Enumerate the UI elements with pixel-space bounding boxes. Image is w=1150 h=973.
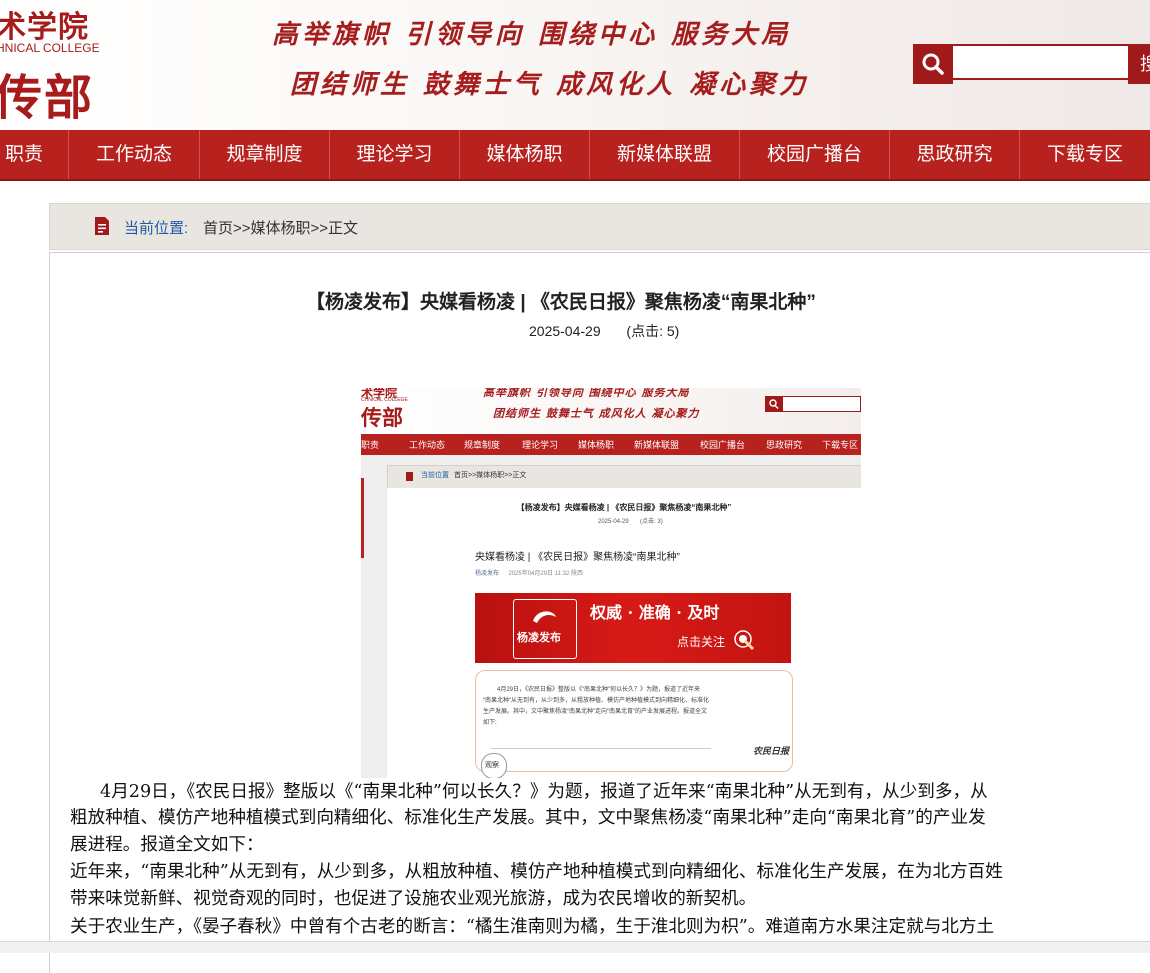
click-hand-icon: [734, 630, 755, 651]
document-icon: [94, 216, 110, 241]
search-input[interactable]: [953, 44, 1138, 80]
image-newspaper-name: 农民日报: [753, 747, 790, 757]
search-box: [913, 44, 1150, 84]
nav-item-campus-radio[interactable]: 校园广播台: [740, 130, 890, 179]
image-nav-2: 规章制度: [464, 440, 501, 450]
logo-text-english: HNICAL COLLEGE: [0, 41, 100, 55]
article-date: 2025-04-29: [529, 323, 601, 339]
search-icon[interactable]: [913, 44, 953, 84]
image-quote-line-4: 如下:: [483, 720, 497, 726]
image-badge-text: 观察: [485, 762, 499, 769]
image-nav-8: 下载专区: [822, 440, 859, 450]
image-breadcrumb: 当前位置 首页>>媒体杨职>>正文: [387, 465, 861, 489]
nav-item-regulations[interactable]: 规章制度: [200, 130, 330, 179]
logo-text-top: 术学院: [0, 10, 89, 45]
nav-item-new-media[interactable]: 新媒体联盟: [590, 130, 740, 179]
image-badge: 观察: [481, 753, 507, 778]
image-slogan-1: 高举旗帜 引领导向 围绕中心 服务大局: [483, 388, 690, 399]
image-logo-big: 传部: [361, 405, 403, 430]
image-nav-5: 新媒体联盟: [634, 440, 680, 450]
article-meta: 2025-04-29 (点击: 5): [529, 321, 679, 341]
article-paragraph-1-line-3: 展进程。报道全文如下：: [70, 835, 264, 855]
image-nav-3: 理论学习: [522, 440, 559, 450]
search-button[interactable]: 搜: [1128, 44, 1150, 84]
image-banner-follow: 点击关注: [677, 635, 726, 649]
image-quote-line-1: 4月29日，《农民日报》整版以《“南果北种”何以长久？》为题，报道了近年来: [497, 687, 701, 693]
article-paragraph-2-line-1: 近年来，“南果北种”从无到有，从少到多，从粗放种植、模仿产地种植模式到向精细化、…: [70, 862, 1003, 882]
article-paragraph-1-line-1: 4月29日，《农民日报》整版以《“南果北种”何以长久？》为题，报道了近年来“南果…: [100, 782, 988, 802]
image-search-box: [765, 396, 861, 412]
nav-item-downloads[interactable]: 下载专区: [1020, 130, 1150, 179]
image-nav-0: 职责: [361, 440, 380, 450]
image-breadcrumb-path: 首页>>媒体杨职>>正文: [454, 472, 527, 479]
image-sub-meta-author: 杨凌发布: [475, 571, 500, 577]
logo-text-big: 传部: [0, 70, 95, 126]
nav-item-work-news[interactable]: 工作动态: [69, 130, 200, 179]
image-article-clicks: (点击: 3): [640, 519, 663, 525]
nav-item-theory-study[interactable]: 理论学习: [330, 130, 460, 179]
article-paragraph-1-line-2: 粗放种植、模仿产地种植模式到向精细化、标准化生产发展。其中，文中聚焦杨凌“南果北…: [70, 808, 986, 828]
horizontal-scrollbar[interactable]: [0, 941, 1150, 953]
article-title: 【杨凌发布】央媒看杨凌 | 《农民日报》聚焦杨凌“南果北种”: [306, 292, 816, 313]
breadcrumb: 当前位置: 首页>>媒体杨职>>正文: [49, 203, 1150, 250]
main-nav: 职责 工作动态 规章制度 理论学习 媒体杨职 新媒体联盟 校园广播台 思政研究 …: [0, 130, 1150, 181]
image-sub-meta: 杨凌发布 2025年04月29日 11:32 陕西: [475, 568, 583, 577]
image-breadcrumb-label: 当前位置: [421, 472, 449, 479]
nav-item-media[interactable]: 媒体杨职: [460, 130, 590, 179]
slogan-line-2: 团结师生 鼓舞士气 成风化人 凝心聚力: [290, 70, 810, 100]
image-nav-6: 校园广播台: [700, 440, 746, 450]
slogan-line-1: 高举旗帜 引领导向 围绕中心 服务大局: [272, 20, 792, 50]
image-nav-4: 媒体杨职: [578, 440, 615, 450]
image-sub-meta-time: 2025年04月29日 11:32 陕西: [508, 571, 583, 577]
image-search-icon: [765, 396, 782, 412]
image-sub-title: 央媒看杨凌 | 《农民日报》聚焦杨凌“南果北种”: [475, 552, 680, 563]
article-paragraph-2-line-2: 带来味觉新鲜、视觉奇观的同时，也促进了设施农业观光旅游，成为农民增收的新契机。: [70, 889, 757, 909]
image-slogan-2: 团结师生 鼓舞士气 成风化人 凝心聚力: [493, 407, 700, 420]
image-nav-7: 思政研究: [766, 440, 803, 450]
image-quote-line-2: “南果北种”从无到有，从少到多，从粗放种植、模仿产地种植模式到向精细化、标准化: [483, 698, 709, 704]
breadcrumb-label: 当前位置:: [124, 220, 189, 237]
image-nav-1: 工作动态: [409, 440, 446, 450]
image-quote-line-3: 生产发展。其中，文中聚焦杨凌“南果北种”走向“南果北育”的产业发展进程。报道全文: [483, 709, 707, 715]
article-paragraph-3-line-1: 关于农业生产，《晏子春秋》中曾有个古老的断言：“橘生淮南则为橘，生于淮北则为枳”…: [70, 917, 995, 937]
image-banner-logo-icon: [533, 611, 556, 623]
article-image: 术学院 CHNICAL COLLEGE 传部 高举旗帜 引领导向 围绕中心 服务…: [361, 388, 861, 778]
nav-item-duties[interactable]: 职责: [0, 130, 69, 179]
breadcrumb-path[interactable]: 首页>>媒体杨职>>正文: [203, 217, 358, 238]
image-article-date: 2025-04-29: [598, 519, 629, 525]
nav-item-ideology-research[interactable]: 思政研究: [890, 130, 1020, 179]
article-clicks: (点击: 5): [626, 323, 680, 339]
image-article-meta: 2025-04-29 (点击: 3): [598, 516, 663, 525]
image-banner-slogan: 权威 · 准确 · 及时: [590, 603, 720, 622]
image-banner-brand: 杨凌发布: [517, 632, 561, 644]
image-banner: 杨凌发布 权威 · 准确 · 及时 点击关注: [475, 593, 791, 663]
image-article-title: 【杨凌发布】央媒看杨凌 | 《农民日报》聚焦杨凌“南果北种”: [516, 503, 732, 512]
